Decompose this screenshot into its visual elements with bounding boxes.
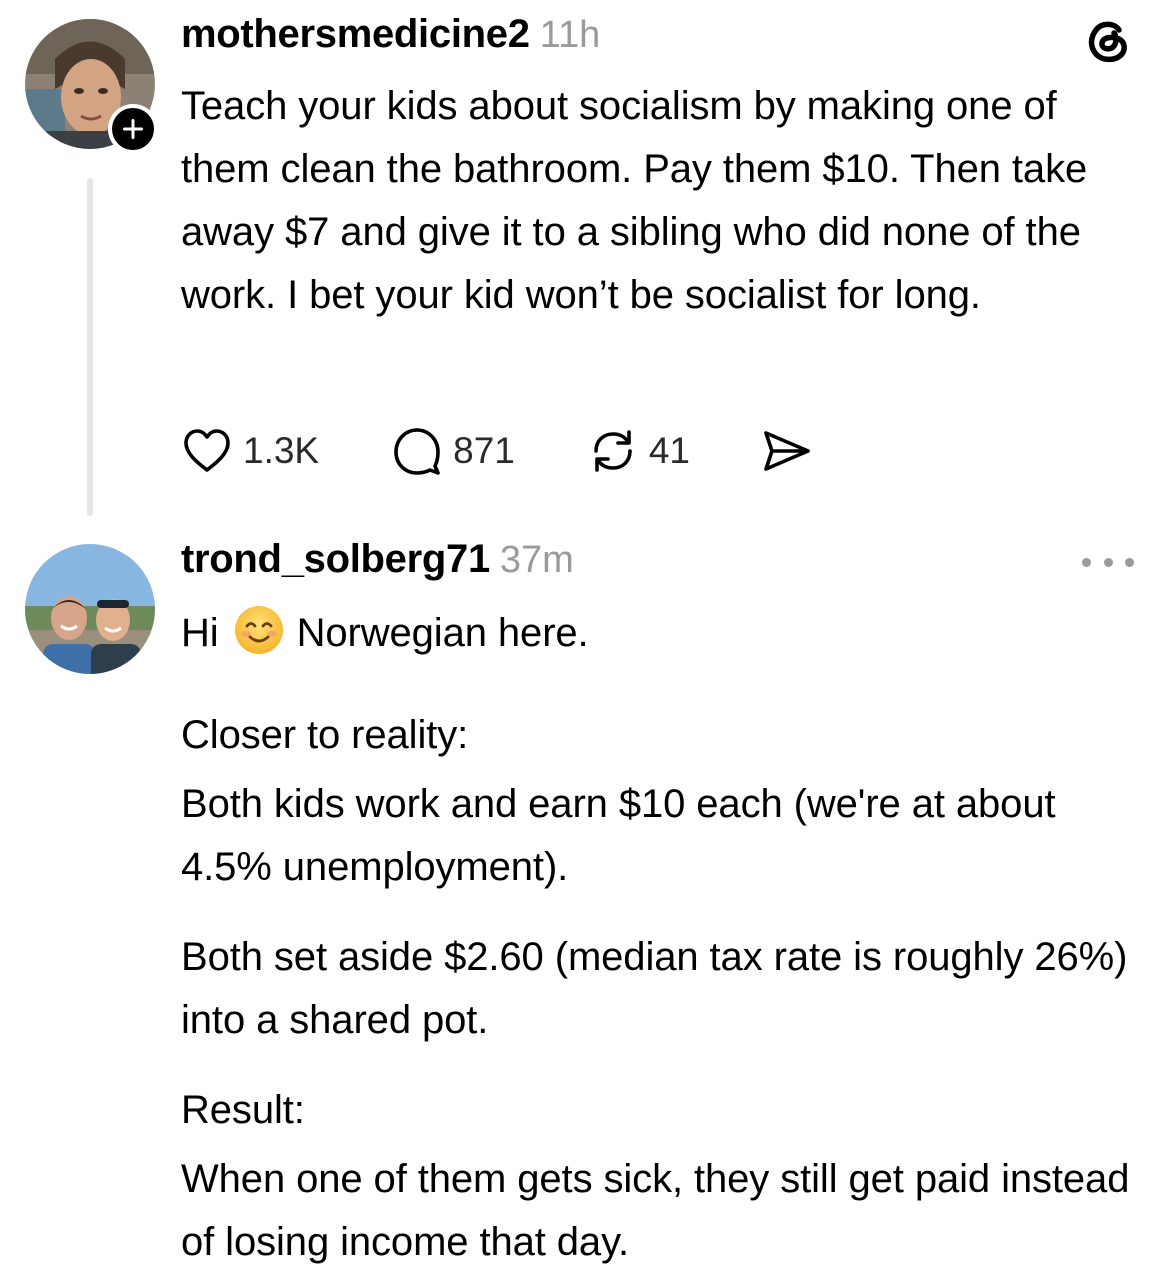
original-poster-username[interactable]: mothersmedicine2 [181, 12, 530, 57]
avatar-photo [25, 544, 155, 674]
original-post-body: Teach your kids about socialism by makin… [181, 75, 1146, 327]
repost-icon [594, 430, 632, 472]
reply-tax-text: Both set aside $2.60 (median tax rate is… [181, 935, 1128, 1042]
reply-timestamp: 37m [499, 539, 574, 581]
reply-greeting: Hi Norwegian here. [181, 602, 1146, 675]
threads-logo-icon [1082, 14, 1134, 66]
comment-bubble-icon [394, 428, 440, 475]
reply-author-username[interactable]: trond_solberg71 [181, 537, 490, 582]
share-button[interactable] [760, 424, 814, 478]
original-post-timestamp: 11h [539, 14, 601, 56]
post-action-bar: 1.3K 871 41 [181, 424, 814, 478]
reply-author-avatar[interactable] [25, 544, 155, 674]
reply-closer-label: Closer to reality: [181, 713, 469, 757]
like-button[interactable]: 1.3K [181, 424, 319, 478]
like-count: 1.3K [243, 430, 320, 471]
original-post-text: Teach your kids about socialism by makin… [181, 84, 1088, 317]
more-options-button[interactable] [1082, 549, 1134, 575]
reply-result-label: Result: [181, 1088, 305, 1132]
reply-closer-text: Both kids work and earn $10 each (we're … [181, 782, 1056, 889]
reply-result-text: When one of them gets sick, they still g… [181, 1157, 1130, 1264]
heart-icon [184, 429, 230, 472]
follow-button[interactable] [108, 104, 158, 154]
repost-count: 41 [648, 430, 691, 471]
reply-greeting-end: Norwegian here. [296, 611, 589, 655]
reply-body: Hi Norwegian here. Closer to reality: Bo… [181, 602, 1146, 1274]
reply-header: trond_solberg71 37m [181, 537, 574, 587]
plus-icon [123, 119, 143, 139]
send-icon [764, 431, 810, 471]
more-horizontal-icon [1082, 557, 1091, 567]
smiling-face-emoji [233, 604, 285, 675]
repost-button[interactable]: 41 [587, 424, 690, 478]
reply-button[interactable]: 871 [391, 424, 515, 478]
original-post-header: mothersmedicine2 11h [181, 12, 600, 62]
reply-greeting-start: Hi [181, 611, 219, 655]
reply-count: 871 [453, 430, 515, 471]
thread-connector-line [87, 178, 93, 516]
